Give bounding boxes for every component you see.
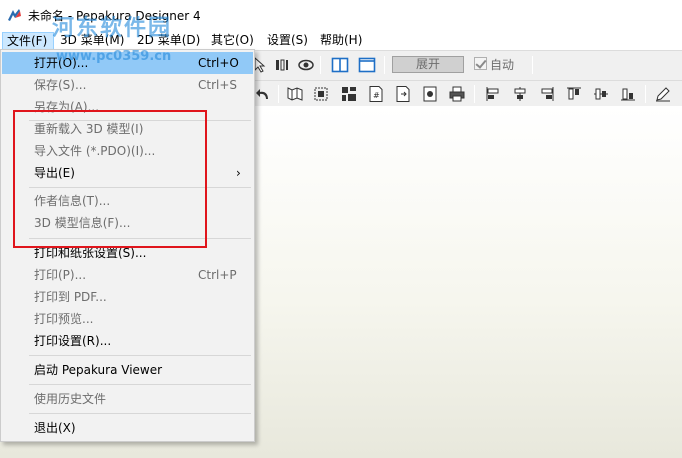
menu-separator [29,413,251,414]
menu-item-label: 启动 Pepakura Viewer [34,363,163,377]
toolbar-separator [278,85,279,103]
menu-item-print-to-pdf[interactable]: 打印到 PDF... [2,286,253,308]
submenu-arrow-icon: › [236,166,241,180]
menu-separator [29,384,251,385]
page-add-icon[interactable] [393,84,413,104]
menu-item-history[interactable]: 使用历史文件 [2,388,253,410]
watermark-text: 河东软件园 [52,16,173,41]
menu-item-label: 使用历史文件 [34,392,107,406]
menu-settings[interactable]: 设置(S) [267,32,308,50]
app-icon [8,9,21,21]
menu-item-label: 保存(S)... [34,78,87,92]
bars-tool-icon[interactable] [272,55,292,75]
toolbar-separator [320,56,321,74]
align-top-icon[interactable] [564,84,584,104]
unfold-map-icon[interactable] [285,84,305,104]
menu-item-exit[interactable]: 退出(X) [2,417,253,439]
toolbar-separator [645,85,646,103]
menu-help[interactable]: 帮助(H) [320,32,362,50]
toolbar-separator [532,56,533,74]
menu-item-label: 退出(X) [34,421,76,435]
view-eye-icon[interactable] [296,55,316,75]
menu-item-launch-viewer[interactable]: 启动 Pepakura Viewer [2,359,253,381]
menu-item-label: 打印(P)... [34,268,87,282]
expand-button[interactable]: 展开 [392,56,464,73]
split-view-icon[interactable] [330,55,350,75]
print-page-icon[interactable] [420,84,440,104]
menu-item-save[interactable]: 保存(S)... Ctrl+S [2,74,253,96]
svg-text:#: # [373,91,380,100]
watermark-url: www.pc0359.cn [56,49,172,64]
align-center-h-icon[interactable] [510,84,530,104]
toolbar-separator [384,56,385,74]
menu-file[interactable]: 文件(F) [2,32,54,50]
annotation-highlight-box [13,110,207,248]
menu-item-shortcut: Ctrl+S [198,78,238,92]
arrange-icon[interactable] [311,84,331,104]
printer-icon[interactable] [447,84,467,104]
menu-item-shortcut: Ctrl+O [198,56,239,70]
menu-separator [29,355,251,356]
auto-checkbox[interactable] [474,57,487,70]
align-middle-icon[interactable] [591,84,611,104]
toolbar-separator [474,85,475,103]
menu-item-label: 打印到 PDF... [34,290,107,304]
menu-item-print-setup[interactable]: 打印设置(R)... [2,330,253,352]
undo-icon[interactable] [254,84,274,104]
align-left-icon[interactable] [483,84,503,104]
align-bottom-icon[interactable] [618,84,638,104]
menu-item-label: 打印设置(R)... [34,334,112,348]
auto-label: 自动 [490,58,515,72]
menu-item-shortcut: Ctrl+P [198,268,237,282]
menu-item-print-preview[interactable]: 打印预览... [2,308,253,330]
single-view-icon[interactable] [357,55,377,75]
align-right-icon[interactable] [537,84,557,104]
edit-pencil-icon[interactable] [653,84,673,104]
menu-other[interactable]: 其它(O) [211,32,254,50]
grid-parts-icon[interactable] [339,84,359,104]
menu-item-print[interactable]: 打印(P)... Ctrl+P [2,264,253,286]
menu-item-label: 打印预览... [34,312,94,326]
page-number-icon[interactable]: # [366,84,386,104]
